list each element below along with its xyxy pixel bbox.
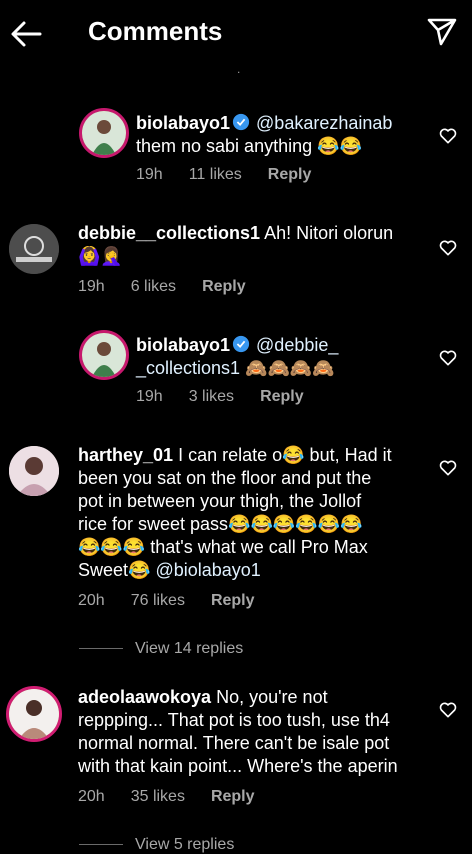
comment-likes[interactable]: 3 likes xyxy=(189,388,234,406)
reply-button[interactable]: Reply xyxy=(211,592,255,610)
comment-likes[interactable]: 11 likes xyxy=(189,166,242,184)
comment-body: debbie__collections1 Ah! Nitori olorun 🙆… xyxy=(78,222,438,268)
back-arrow-icon[interactable] xyxy=(10,18,42,50)
avatar[interactable] xyxy=(79,108,129,158)
comment-meta: 19h 3 likes Reply xyxy=(136,388,330,406)
comment-body: harthey_01 I can relate o😂 but, Had it b… xyxy=(78,444,438,582)
comment-username[interactable]: debbie__collections1 xyxy=(78,223,260,243)
verified-badge-icon xyxy=(232,113,250,131)
comment-likes[interactable]: 35 likes xyxy=(131,788,185,806)
comment-time: 19h xyxy=(136,388,163,405)
comment-time: 19h xyxy=(136,166,163,183)
heart-icon[interactable] xyxy=(438,238,458,258)
comment-username[interactable]: biolabayo1 xyxy=(136,335,230,355)
comment-body: biolabayo1 @bakarezhainab them no sabi an… xyxy=(136,112,436,158)
comment-mention-continued[interactable]: _collections1 xyxy=(136,358,240,378)
reply-button[interactable]: Reply xyxy=(211,788,255,806)
verified-badge-icon xyxy=(232,335,250,353)
heart-icon[interactable] xyxy=(438,700,458,720)
comment-text: No, you're not xyxy=(216,687,328,707)
comment-time: 20h xyxy=(78,788,105,805)
comment-text: I can relate o😂 but, Had it xyxy=(178,445,392,465)
divider-line xyxy=(79,844,123,846)
comment-meta: 19h 11 likes Reply xyxy=(136,166,337,184)
avatar[interactable] xyxy=(9,446,59,496)
view-replies-button[interactable]: View 14 replies xyxy=(79,640,243,658)
reply-button[interactable]: Reply xyxy=(268,166,312,184)
comment-text-line: been you sat on the floor and put the xyxy=(78,468,372,488)
comment-mention[interactable]: @bakarezhainab xyxy=(256,113,392,133)
comment-mention[interactable]: @biolabayo1 xyxy=(155,560,260,580)
comment-time: 20h xyxy=(78,592,105,609)
comment-text: 🙈🙈🙈🙈 xyxy=(245,358,335,378)
comment-username[interactable]: harthey_01 xyxy=(78,445,173,465)
header: Comments xyxy=(0,0,472,64)
truncated-text: . xyxy=(237,62,241,76)
comment-text-line: normal normal. There can't be isale pot xyxy=(78,733,390,753)
avatar[interactable] xyxy=(9,224,59,274)
comment-meta: 19h 6 likes Reply xyxy=(78,278,272,296)
avatar[interactable] xyxy=(79,330,129,380)
comment-body: adeolaawokoya No, you're not reppping...… xyxy=(78,686,438,778)
avatar[interactable] xyxy=(6,686,62,742)
comment-text-line: 😂😂😂 that's what we call Pro Max xyxy=(78,537,368,557)
send-icon[interactable] xyxy=(426,16,458,48)
comment-text-line: with that kain point... Where's the aper… xyxy=(78,756,398,776)
comment-meta: 20h 76 likes Reply xyxy=(78,592,281,610)
comment-mention[interactable]: @debbie_ xyxy=(256,335,338,355)
page-title: Comments xyxy=(88,16,223,46)
comment-time: 19h xyxy=(78,278,105,295)
comment-likes[interactable]: 76 likes xyxy=(131,592,185,610)
comment-meta: 20h 35 likes Reply xyxy=(78,788,281,806)
view-replies-label[interactable]: View 14 replies xyxy=(135,640,243,657)
comment-username[interactable]: adeolaawokoya xyxy=(78,687,211,707)
comment-username[interactable]: biolabayo1 xyxy=(136,113,230,133)
comment-likes[interactable]: 6 likes xyxy=(131,278,176,296)
comment-text-line: Sweet😂 xyxy=(78,560,151,580)
comment-emoji: 🙆‍♀️🤦‍♀️ xyxy=(78,246,123,266)
reply-button[interactable]: Reply xyxy=(202,278,246,296)
view-replies-button[interactable]: View 5 replies xyxy=(79,836,234,854)
heart-icon[interactable] xyxy=(438,126,458,146)
comment-text-line: pot in between your thigh, the Jollof xyxy=(78,491,362,511)
comment-text: Ah! Nitori olorun xyxy=(264,223,394,243)
divider-line xyxy=(79,648,123,650)
heart-icon[interactable] xyxy=(438,458,458,478)
comment-text-line: rice for sweet pass😂😂😂😂😂😂 xyxy=(78,514,363,534)
comment-text-line: reppping... That pot is too tush, use th… xyxy=(78,710,390,730)
reply-button[interactable]: Reply xyxy=(260,388,304,406)
comment-text: them no sabi anything 😂😂 xyxy=(136,136,362,156)
view-replies-label[interactable]: View 5 replies xyxy=(135,836,234,853)
comment-body: biolabayo1 @debbie_ _collections1 🙈🙈🙈🙈 xyxy=(136,334,436,380)
heart-icon[interactable] xyxy=(438,348,458,368)
